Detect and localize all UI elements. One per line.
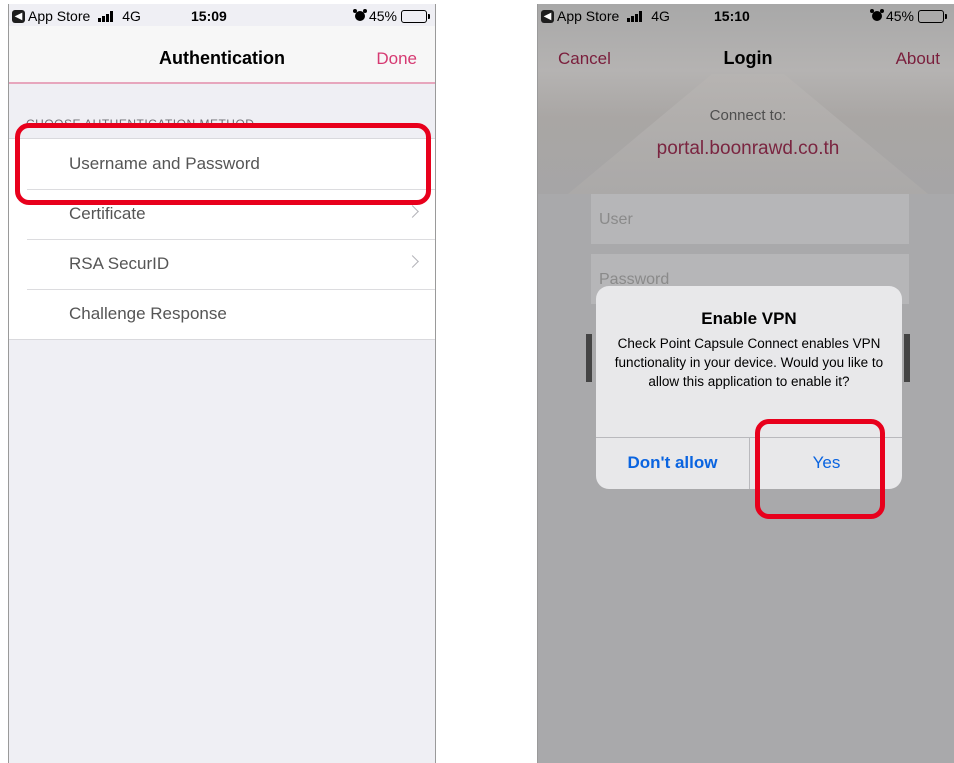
list-item-label: RSA SecurID (69, 254, 170, 273)
left-phone-screen: ◀ App Store 4G 15:09 45% Authentication … (8, 4, 436, 763)
status-time: 15:09 (191, 8, 227, 24)
list-item-label: Challenge Response (69, 304, 227, 323)
status-bar: ◀ App Store 4G 15:09 45% (9, 4, 435, 26)
status-right: 45% (869, 8, 947, 24)
network-type: 4G (651, 8, 670, 24)
alarm-icon (352, 9, 367, 21)
navigation-bar: Cancel Login About (538, 26, 954, 84)
signal-icon (627, 10, 643, 22)
alarm-icon (869, 9, 884, 21)
portal-address: portal.boonrawd.co.th (656, 138, 840, 159)
page-title: Login (723, 48, 773, 68)
page-title: Authentication (159, 48, 285, 68)
chevron-right-icon (406, 205, 419, 218)
battery-icon (401, 9, 430, 23)
back-app-label: App Store (28, 8, 91, 24)
auth-method-rsa-securid[interactable]: RSA SecurID (9, 239, 435, 289)
done-button[interactable]: Done (376, 49, 417, 69)
back-arrow-icon: ◀ (541, 9, 554, 23)
battery-percent: 45% (368, 8, 397, 24)
back-arrow-icon: ◀ (12, 9, 25, 23)
alert-message: Check Point Capsule Connect enables VPN … (614, 336, 884, 389)
highlight-yes-button (755, 419, 885, 519)
dont-allow-button[interactable]: Don't allow (596, 437, 749, 489)
navigation-bar: Authentication Done (9, 26, 435, 84)
network-type: 4G (122, 8, 141, 24)
signal-icon (98, 10, 114, 22)
back-to-app[interactable]: ◀ App Store 4G (541, 8, 670, 24)
alert-title: Enable VPN (701, 309, 797, 328)
back-app-label: App Store (557, 8, 620, 24)
battery-icon (918, 9, 947, 23)
login-button-edge-left (586, 334, 592, 382)
battery-percent: 45% (885, 8, 914, 24)
connect-to-label: Connect to: (709, 107, 787, 124)
status-right: 45% (352, 8, 430, 24)
user-input[interactable]: User (591, 194, 909, 244)
about-button[interactable]: About (896, 49, 940, 69)
list-item-label: Certificate (69, 204, 146, 223)
highlight-username-password (15, 123, 431, 205)
status-time: 15:10 (714, 8, 750, 24)
status-bar: ◀ App Store 4G 15:10 45% (538, 4, 954, 26)
back-to-app[interactable]: ◀ App Store 4G (12, 8, 141, 24)
auth-method-challenge-response[interactable]: Challenge Response (9, 289, 435, 339)
login-button-edge-right (904, 334, 910, 382)
chevron-right-icon (406, 255, 419, 268)
